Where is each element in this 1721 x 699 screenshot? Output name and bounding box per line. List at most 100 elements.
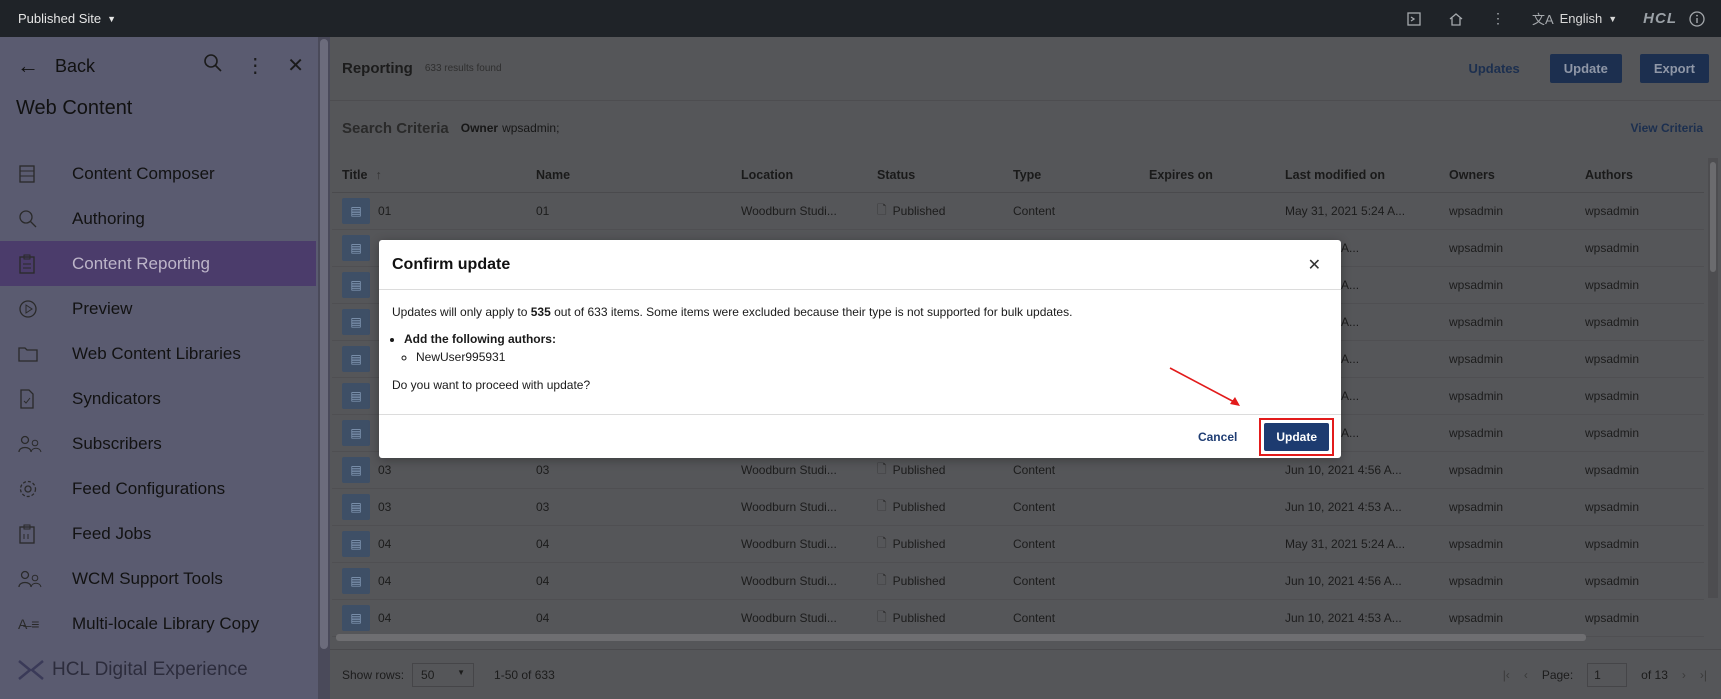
close-icon[interactable]: ✕ xyxy=(287,53,304,79)
table-row[interactable]: ▤ 04 04 Woodburn Studi... 🗋 Published Content J… xyxy=(332,563,1704,600)
cell-owner: wpsadmin xyxy=(1449,315,1585,329)
content-item-icon[interactable]: ▤ xyxy=(342,568,370,594)
table-row[interactable]: ▤ 01 01 Woodburn Studi... 🗋 Published Content M… xyxy=(332,193,1704,230)
cell-text: wpsadmin xyxy=(1585,278,1640,292)
list-item: Add the following authors: NewUser995931 xyxy=(404,331,1328,365)
cell-text: 04 xyxy=(378,574,392,588)
close-icon[interactable]: ✕ xyxy=(1308,255,1321,275)
content-item-icon[interactable]: ▤ xyxy=(342,346,370,372)
column-expires[interactable]: Expires on xyxy=(1149,168,1285,182)
brand-label: HCL Digital Experience xyxy=(52,659,248,680)
dialog-footer: Cancel Update xyxy=(379,414,1341,458)
sidebar-item-label: Multi-locale Library Copy xyxy=(72,613,260,633)
sidebar-item-label: WCM Support Tools xyxy=(72,568,223,588)
cell-author: wpsadmin xyxy=(1585,241,1695,255)
column-name[interactable]: Name xyxy=(536,168,741,182)
cell-text: Published xyxy=(892,204,946,218)
updates-button[interactable]: Updates xyxy=(1468,61,1519,76)
sidebar-item-label: Syndicators xyxy=(72,388,161,408)
content-item-icon[interactable]: ▤ xyxy=(342,272,370,298)
cell-text: wpsadmin xyxy=(1585,204,1640,218)
content-item-icon[interactable]: ▤ xyxy=(342,383,370,409)
top-bar: Published Site ▼ ⋮ 文A English ▼ HCL xyxy=(0,0,1721,37)
more-vertical-icon[interactable]: ⋮ xyxy=(245,53,265,79)
site-selector[interactable]: Published Site ▼ xyxy=(18,11,116,26)
column-type[interactable]: Type xyxy=(1013,168,1149,182)
table-row[interactable]: ▤ 04 04 Woodburn Studi... 🗋 Published Content M… xyxy=(332,526,1704,563)
column-owners[interactable]: Owners xyxy=(1449,168,1585,182)
cell-name: 01 xyxy=(536,204,741,218)
document-icon: 🗋 xyxy=(877,461,887,476)
cell-text: 04 xyxy=(536,574,550,588)
changes-list: Add the following authors: NewUser995931 xyxy=(392,331,1328,365)
cell-text: wpsadmin xyxy=(1585,241,1640,255)
table-vertical-scrollbar[interactable] xyxy=(1708,158,1718,598)
scroll-thumb[interactable] xyxy=(320,39,328,649)
cell-name: 04 xyxy=(536,537,741,551)
language-selector[interactable]: 文A English ▼ xyxy=(1532,9,1617,28)
rows-per-page-select[interactable]: 50 ▼ xyxy=(412,662,475,687)
cancel-button[interactable]: Cancel xyxy=(1198,430,1237,444)
cell-author: wpsadmin xyxy=(1585,204,1695,218)
content-item-icon[interactable]: ▤ xyxy=(342,235,370,261)
cell-title: ▤ 01 xyxy=(332,198,536,224)
back-button[interactable]: Back xyxy=(55,56,95,77)
cell-text: wpsadmin xyxy=(1449,463,1504,477)
sidebar-item-subscribers[interactable]: Subscribers xyxy=(0,421,318,466)
scroll-thumb[interactable] xyxy=(1710,162,1716,272)
content-item-icon[interactable]: ▤ xyxy=(342,494,370,520)
info-icon[interactable] xyxy=(1689,10,1705,27)
sidebar-item-web-content-libraries[interactable]: Web Content Libraries xyxy=(0,331,318,376)
view-criteria-link[interactable]: View Criteria xyxy=(1631,121,1721,135)
content-item-icon[interactable]: ▤ xyxy=(342,531,370,557)
column-location[interactable]: Location xyxy=(741,168,877,182)
export-button[interactable]: Export xyxy=(1639,54,1709,83)
cell-title: ▤ 03 xyxy=(332,457,536,483)
cell-text: wpsadmin xyxy=(1585,389,1640,403)
more-vertical-icon[interactable]: ⋮ xyxy=(1490,10,1506,27)
content-item-icon[interactable]: ▤ xyxy=(342,309,370,335)
table-row[interactable]: ▤ 03 03 Woodburn Studi... 🗋 Published Content J… xyxy=(332,489,1704,526)
content-item-icon[interactable]: ▤ xyxy=(342,198,370,224)
content-item-icon[interactable]: ▤ xyxy=(342,457,370,483)
sidebar-scrollbar[interactable] xyxy=(318,37,330,699)
owner-value: wpsadmin; xyxy=(502,121,560,135)
sidebar-item-authoring[interactable]: Authoring xyxy=(0,196,318,241)
next-page-icon[interactable]: › xyxy=(1682,668,1686,682)
cell-text: wpsadmin xyxy=(1585,574,1640,588)
column-last-modified[interactable]: Last modified on xyxy=(1285,168,1449,182)
page-input[interactable]: 1 xyxy=(1587,662,1628,687)
sidebar-item-feed-jobs[interactable]: Feed Jobs xyxy=(0,511,318,556)
cell-text: wpsadmin xyxy=(1449,278,1504,292)
confirm-update-button[interactable]: Update xyxy=(1264,422,1329,451)
sidebar-item-preview[interactable]: Preview xyxy=(0,286,318,331)
sidebar-item-label: Feed Jobs xyxy=(72,523,152,543)
first-page-icon[interactable]: |‹ xyxy=(1503,668,1510,682)
cell-author: wpsadmin xyxy=(1585,352,1695,366)
sort-up-icon[interactable]: ↑ xyxy=(375,168,381,182)
last-page-icon[interactable]: ›| xyxy=(1700,668,1707,682)
cell-text: Published xyxy=(892,611,946,625)
sidebar-item-content-composer[interactable]: Content Composer xyxy=(0,151,318,196)
content-item-icon[interactable]: ▤ xyxy=(342,420,370,446)
sidebar-item-content-reporting[interactable]: Content Reporting xyxy=(0,241,316,286)
sidebar-item-wcm-support-tools[interactable]: WCM Support Tools xyxy=(0,556,318,601)
column-title[interactable]: Title ↑ xyxy=(332,168,536,182)
sidebar-item-syndicators[interactable]: Syndicators xyxy=(0,376,318,421)
prev-page-icon[interactable]: ‹ xyxy=(1524,668,1528,682)
update-button[interactable]: Update xyxy=(1549,54,1622,83)
home-icon[interactable] xyxy=(1448,11,1464,27)
column-authors[interactable]: Authors xyxy=(1585,168,1695,182)
cell-owner: wpsadmin xyxy=(1449,463,1585,477)
folder-icon xyxy=(0,345,72,363)
content-item-icon[interactable]: ▤ xyxy=(342,605,370,631)
table-row[interactable]: ▤ 04 04 Woodburn Studi... 🗋 Published Content J… xyxy=(332,600,1704,637)
column-status[interactable]: Status xyxy=(877,168,1013,182)
sidebar-item-feed-configurations[interactable]: Feed Configurations xyxy=(0,466,318,511)
cell-text: Jun 10, 2021 4:56 A... xyxy=(1285,463,1402,477)
sidebar-item-multi-locale-library-copy[interactable]: A̶ ≡ Multi-locale Library Copy xyxy=(0,601,318,646)
search-icon[interactable] xyxy=(203,53,223,79)
table-horizontal-scrollbar[interactable] xyxy=(336,634,1586,641)
back-arrow-icon[interactable]: ← xyxy=(17,53,39,79)
preview-icon[interactable] xyxy=(1406,11,1422,27)
